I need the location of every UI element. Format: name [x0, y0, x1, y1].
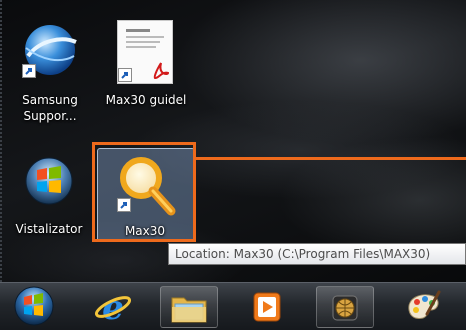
taskbar-paint[interactable] — [394, 286, 452, 328]
desktop-icon-label: Suppor... — [23, 109, 77, 123]
annotation-highlight-box — [92, 142, 196, 242]
taskbar-globe-app[interactable] — [316, 286, 374, 328]
shortcut-arrow-icon — [118, 68, 132, 82]
desktop-icon-label: Vistalizator — [15, 222, 83, 236]
start-button[interactable] — [6, 286, 62, 328]
desktop-icon-samsung-support[interactable]: Samsung Suppor... — [10, 20, 90, 130]
svg-text:e: e — [102, 288, 124, 327]
windows-logo-icon — [25, 157, 73, 205]
desktop-icon-max30-guide[interactable]: Max30 guidel — [96, 20, 196, 115]
desktop-icon-label: Samsung — [22, 93, 78, 107]
taskbar-windows-explorer[interactable] — [160, 286, 218, 328]
desktop-icon-label: Max30 guidel — [105, 93, 187, 107]
taskbar-media-player[interactable] — [238, 286, 296, 328]
taskbar-internet-explorer[interactable]: e — [84, 286, 142, 328]
desktop: Samsung Suppor... Max30 guidel Vistaliza… — [0, 0, 466, 330]
taskbar: e — [0, 282, 466, 330]
location-tooltip: Location: Max30 (C:\Program Files\MAX30) — [168, 243, 466, 265]
media-player-icon — [253, 292, 281, 322]
desktop-icon-vistalizator[interactable]: Vistalizator — [6, 156, 92, 241]
windows-orb-icon — [14, 286, 54, 326]
paint-palette-icon — [408, 290, 441, 319]
internet-explorer-icon: e — [94, 288, 132, 327]
annotation-callout-line — [195, 157, 466, 160]
globe-icon — [332, 295, 358, 321]
shortcut-arrow-icon — [22, 64, 36, 78]
folder-icon — [171, 297, 207, 323]
